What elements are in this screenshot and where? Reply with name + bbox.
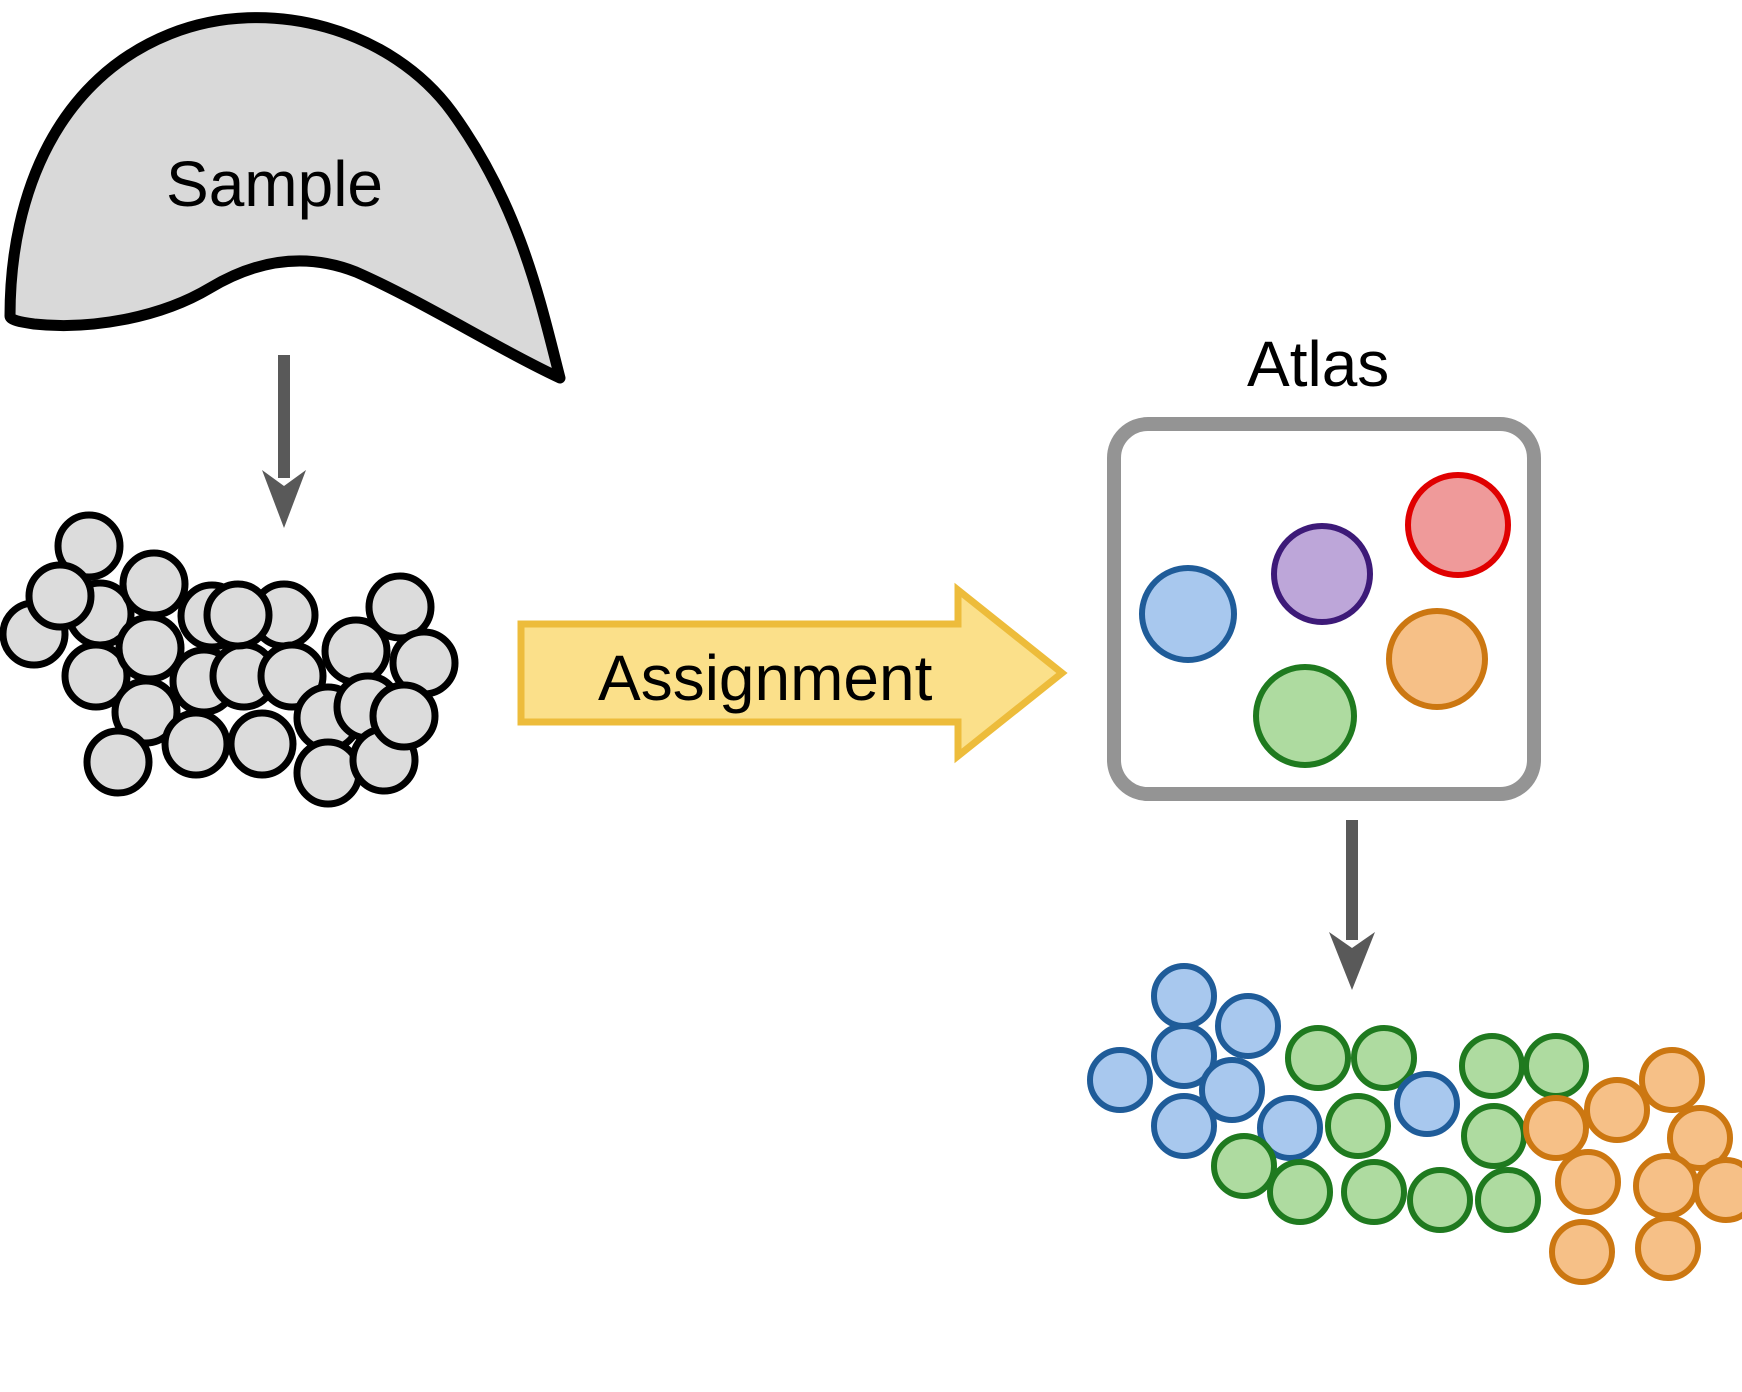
- labeled-cell-cluster: [1087, 963, 1742, 1285]
- atlas-cell-orange: [1386, 608, 1488, 710]
- atlas-label: Atlas: [1247, 328, 1390, 400]
- labeled-cell-orange: [1693, 1157, 1742, 1223]
- unlabeled-cell: [293, 738, 363, 808]
- unlabeled-cell: [227, 709, 297, 779]
- sample-label: Sample: [166, 148, 383, 220]
- labeled-cell-green: [1341, 1159, 1407, 1225]
- labeled-cell-orange: [1639, 1047, 1705, 1113]
- atlas-cell-purple: [1271, 523, 1373, 625]
- labeled-cell-orange: [1523, 1095, 1589, 1161]
- labeled-cell-green: [1523, 1033, 1589, 1099]
- labeled-cell-blue: [1087, 1047, 1153, 1113]
- unlabeled-cell: [83, 727, 153, 797]
- unlabeled-cell-cluster: [0, 511, 459, 808]
- labeled-cell-green: [1475, 1167, 1541, 1233]
- labeled-cell-green: [1351, 1025, 1417, 1091]
- unlabeled-cell: [369, 681, 439, 751]
- atlas-reference-cells: [1139, 472, 1511, 768]
- labeled-cell-blue: [1151, 963, 1217, 1029]
- unlabeled-cell: [161, 709, 231, 779]
- diagram-canvas: Sample Atlas Assignment: [0, 0, 1742, 1392]
- unlabeled-cell: [25, 561, 95, 631]
- labeled-cell-green: [1459, 1033, 1525, 1099]
- labeled-cell-orange: [1635, 1215, 1701, 1281]
- labeled-cell-green: [1267, 1159, 1333, 1225]
- assignment-label: Assignment: [598, 642, 933, 714]
- unlabeled-cell: [119, 549, 189, 619]
- sample-to-cells-arrow: [262, 355, 306, 528]
- atlas-cell-blue: [1139, 565, 1237, 663]
- unlabeled-cell: [203, 580, 273, 650]
- labeled-cell-blue: [1394, 1071, 1460, 1137]
- labeled-cell-green: [1461, 1103, 1527, 1169]
- labeled-cell-green: [1285, 1025, 1351, 1091]
- labeled-cell-green: [1211, 1133, 1277, 1199]
- labeled-cell-orange: [1584, 1077, 1650, 1143]
- atlas-cell-red: [1405, 472, 1511, 578]
- labeled-cell-blue: [1151, 1093, 1217, 1159]
- labeled-cell-orange: [1549, 1219, 1615, 1285]
- labeled-cell-orange: [1555, 1149, 1621, 1215]
- labeled-cell-green: [1325, 1093, 1391, 1159]
- labeled-cell-green: [1407, 1167, 1473, 1233]
- atlas-to-labeled-arrow: [1329, 820, 1375, 990]
- atlas-cell-green: [1253, 664, 1357, 768]
- labeled-cell-orange: [1633, 1153, 1699, 1219]
- labeled-cell-blue: [1215, 993, 1281, 1059]
